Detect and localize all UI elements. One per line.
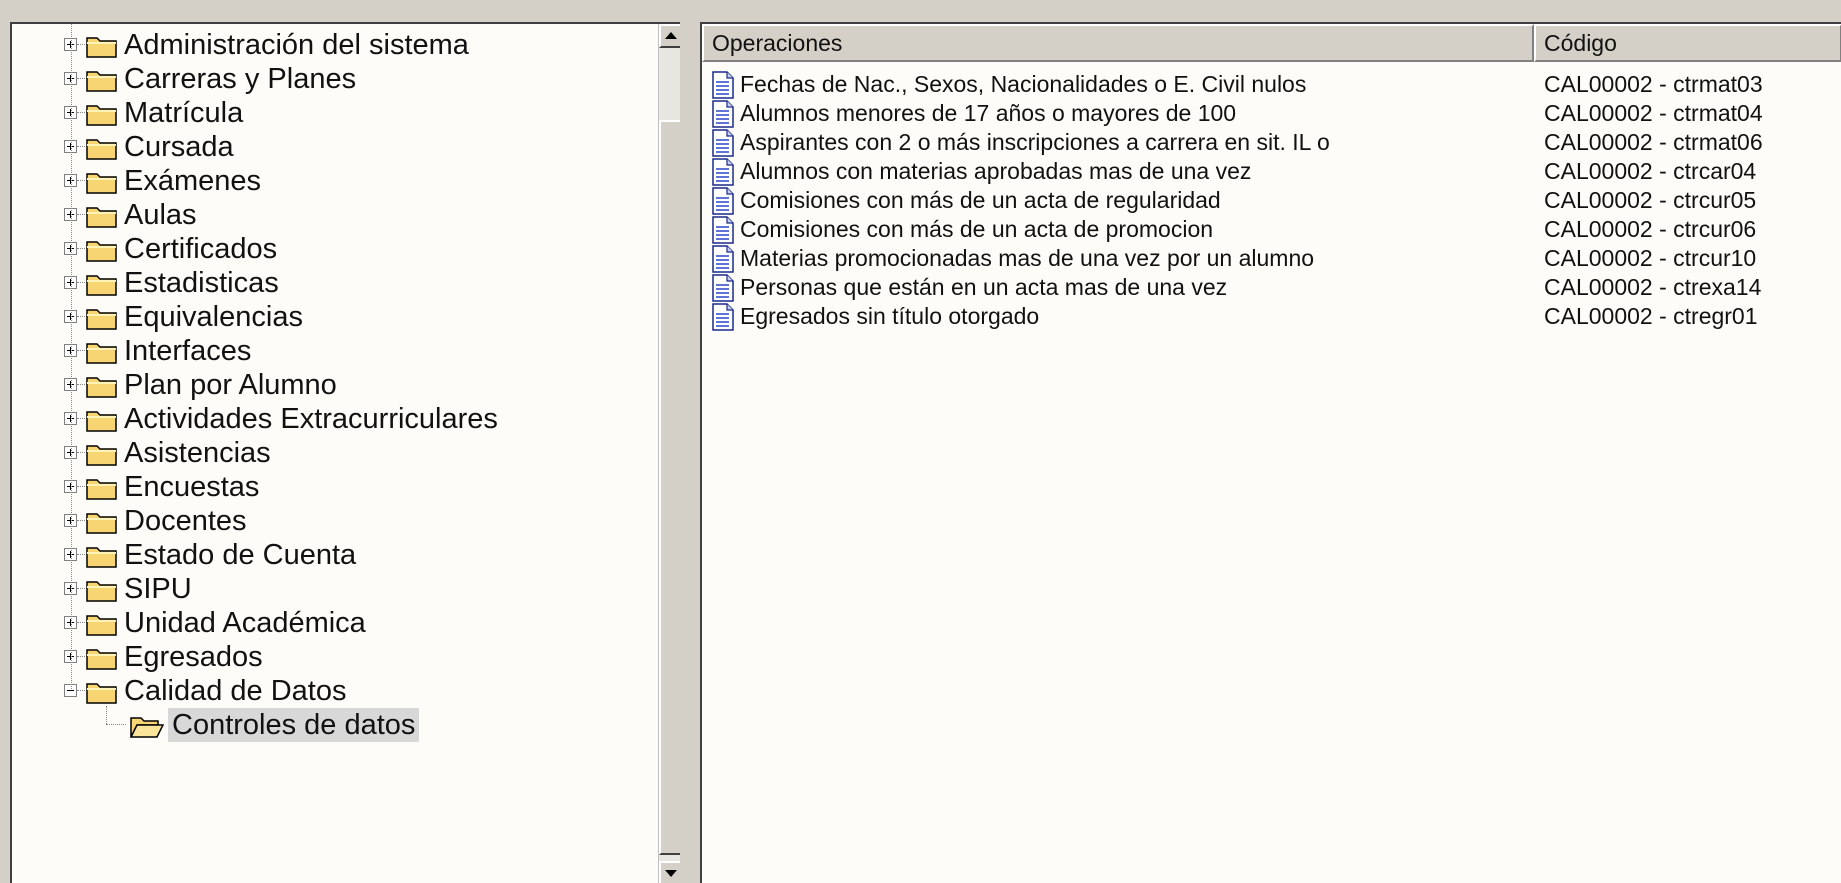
folder-icon [86,649,117,670]
tree-item-label: Carreras y Planes [124,63,357,95]
panel-splitter[interactable] [680,22,700,883]
document-icon [712,274,734,302]
arrow-down-icon [665,870,677,877]
scroll-down-button[interactable] [659,861,680,883]
folder-icon [86,343,117,364]
folder-icon [86,411,117,432]
operation-code: CAL00002 - ctrcur10 [1544,245,1757,271]
operation-label: Fechas de Nac., Sexos, Nacionalidades o … [740,71,1307,97]
tree-item-label: Administración del sistema [124,29,469,61]
document-icon [712,158,734,186]
operation-code: CAL00002 - ctrcur06 [1544,216,1757,242]
tree-item-label: Aulas [124,199,197,231]
operation-label: Alumnos menores de 17 años o mayores de … [740,100,1237,126]
column-header-codigo[interactable]: Código [1534,24,1841,62]
tree-item-label: Estado de Cuenta [124,539,357,571]
tree-item-label: SIPU [124,573,192,605]
list-row[interactable]: Egresados sin título otorgado CAL00002 - … [702,300,1841,334]
folder-icon [86,479,117,500]
operations-list-panel: Operaciones Código Fechas de Nac., Sexos… [700,22,1841,883]
document-icon [712,187,734,215]
tree-item-label: Actividades Extracurriculares [124,403,498,435]
folder-icon [86,37,117,58]
tree-item-label: Egresados [124,641,263,673]
document-icon [712,303,734,331]
folder-icon [86,445,117,466]
operation-code: CAL00002 - ctrmat06 [1544,129,1763,155]
tree-item-label: Estadisticas [124,267,279,299]
document-icon [712,71,734,99]
folder-icon [86,71,117,92]
folder-icon [86,615,117,636]
document-icon [712,129,734,157]
tree-item-label: Matrícula [124,97,244,129]
folder-icon [86,207,117,228]
tree-item-label: Unidad Académica [124,607,366,639]
operation-code: CAL00002 - ctrmat04 [1544,100,1763,126]
folder-icon [86,173,117,194]
document-icon [712,100,734,128]
operation-code: CAL00002 - ctrmat03 [1544,71,1763,97]
tree-item-label: Plan por Alumno [124,369,337,401]
operation-label: Alumnos con materias aprobadas mas de un… [740,158,1252,184]
tree-item-label: Docentes [124,505,247,537]
document-icon [712,245,734,273]
tree-item-label: Asistencias [124,437,271,469]
tree-vertical-scrollbar[interactable] [658,24,680,883]
operation-label: Comisiones con más de un acta de promoci… [740,216,1214,242]
operation-label: Materias promocionadas mas de una vez po… [740,245,1315,271]
folder-icon [86,309,117,330]
folder-icon [86,683,117,704]
operation-code: CAL00002 - ctrcar04 [1544,158,1757,184]
open-folder-icon [130,717,164,738]
scroll-up-button[interactable] [659,24,680,48]
tree-item-label: Encuestas [124,471,260,503]
operation-code: CAL00002 - ctregr01 [1544,303,1758,329]
column-header-operaciones[interactable]: Operaciones [702,24,1534,62]
folder-icon [86,105,117,126]
tree-item-label: Equivalencias [124,301,303,333]
top-toolbar-strip [0,0,1841,22]
tree-item-controles-de-datos[interactable]: Controles de datos [12,706,646,746]
folder-icon [86,377,117,398]
operation-code: CAL00002 - ctrexa14 [1544,274,1762,300]
tree-guide-line [71,24,72,689]
document-icon [712,216,734,244]
operation-code: CAL00002 - ctrcur05 [1544,187,1757,213]
folder-icon [86,513,117,534]
folder-icon [86,139,117,160]
operation-label: Aspirantes con 2 o más inscripciones a c… [740,129,1330,155]
tree-item-label: Exámenes [124,165,262,197]
tree-item-label: Certificados [124,233,278,265]
operations-tree-panel: Administración del sistema Carreras y Pl… [10,22,680,883]
tree-item-label: Interfaces [124,335,252,367]
folder-icon [86,581,117,602]
arrow-up-icon [665,32,677,39]
tree-item-label: Calidad de Datos [124,675,347,707]
folder-icon [86,547,117,568]
operation-label: Personas que están en un acta mas de una… [740,274,1228,300]
operation-label: Egresados sin título otorgado [740,303,1040,329]
folder-icon [86,275,117,296]
scrollbar-thumb[interactable] [659,120,680,855]
operation-label: Comisiones con más de un acta de regular… [740,187,1221,213]
tree-item-label: Cursada [124,131,234,163]
folder-icon [86,241,117,262]
tree-item-label-selected: Controles de datos [168,708,420,742]
list-header: Operaciones Código [702,24,1841,62]
